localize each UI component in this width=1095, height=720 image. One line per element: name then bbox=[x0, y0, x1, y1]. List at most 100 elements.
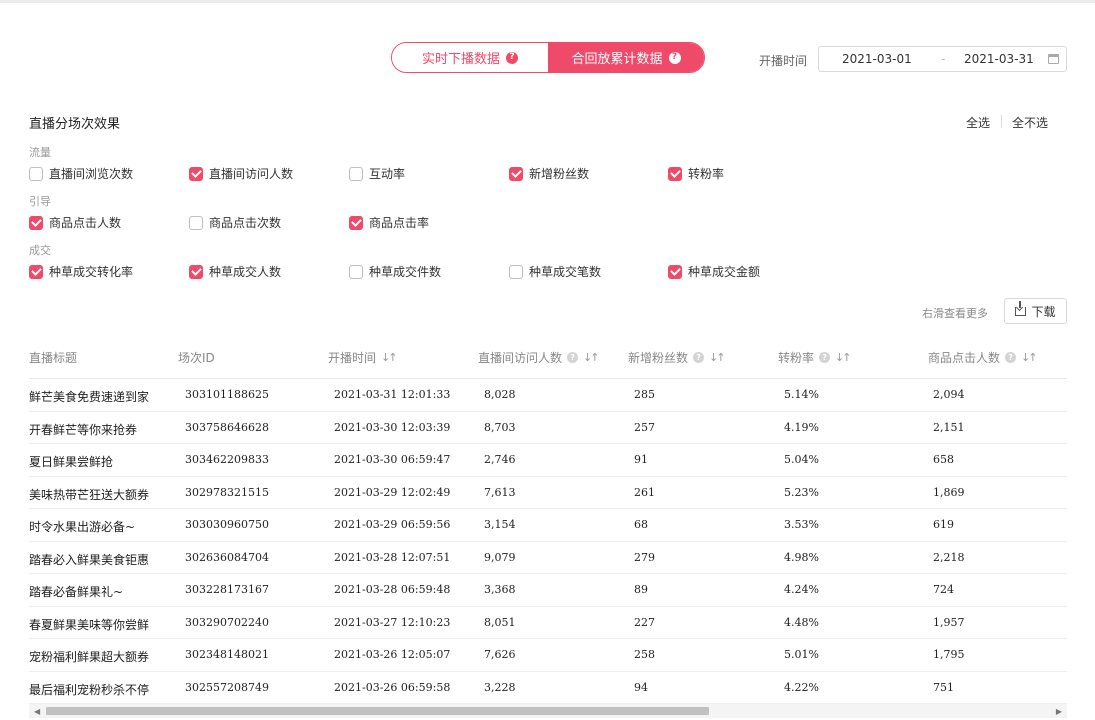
checkbox-checked-icon[interactable] bbox=[509, 166, 523, 181]
cell-visitors: 8,051 bbox=[484, 615, 516, 629]
table-row[interactable]: 开春鲜芒等你来抢券 303758646628 2021-03-30 12:03:39… bbox=[29, 412, 1067, 444]
cell-title[interactable]: 鲜芒美食免费速递到家 bbox=[29, 388, 149, 405]
cell-session-id: 303290702240 bbox=[185, 615, 269, 629]
cell-product-click-users: 1,869 bbox=[933, 485, 965, 499]
checkbox-checked-icon[interactable] bbox=[29, 264, 43, 279]
table-row[interactable]: 最后福利宠粉秒杀不停 302557208749 2021-03-26 06:59:5… bbox=[29, 672, 1067, 704]
table-row[interactable]: 春夏鲜果美味等你尝鲜 303290702240 2021-03-27 12:10:2… bbox=[29, 607, 1067, 639]
checkbox-unchecked-icon[interactable] bbox=[349, 166, 363, 181]
cell-title[interactable]: 夏日鲜果尝鲜抢 bbox=[29, 453, 113, 470]
metric-checkbox-guide-2[interactable]: 商品点击率 bbox=[349, 214, 429, 231]
checkbox-unchecked-icon[interactable] bbox=[509, 264, 523, 279]
metric-checkbox-deal-0[interactable]: 种草成交转化率 bbox=[29, 263, 133, 280]
metric-checkbox-deal-3[interactable]: 种草成交笔数 bbox=[509, 263, 601, 280]
table-row[interactable]: 踏春必入鲜果美食钜惠 302636084704 2021-03-28 12:07:5… bbox=[29, 542, 1067, 574]
date-start[interactable]: 2021-03-01 bbox=[842, 52, 912, 66]
checkbox-checked-icon[interactable] bbox=[668, 166, 682, 181]
cell-new-fans: 257 bbox=[634, 420, 655, 434]
info-icon[interactable]: ? bbox=[693, 352, 705, 363]
table-row[interactable]: 美味热带芒狂送大额券 302978321515 2021-03-29 12:02:4… bbox=[29, 477, 1067, 509]
tab-realtime-data[interactable]: 实时下播数据 ? bbox=[392, 43, 548, 72]
checkbox-checked-icon[interactable] bbox=[29, 215, 43, 230]
checkbox-unchecked-icon[interactable] bbox=[349, 264, 363, 279]
sort-icon[interactable]: ↓↑ bbox=[709, 351, 726, 364]
table-row[interactable]: 鲜芒美食免费速递到家 303101188625 2021-03-31 12:01:3… bbox=[29, 379, 1067, 412]
tab-cumulative-data[interactable]: 合回放累计数据 ? bbox=[548, 43, 704, 72]
scroll-left-icon[interactable]: ◀ bbox=[34, 707, 40, 716]
table-row[interactable]: 踏春必备鲜果礼~ 303228173167 2021-03-28 06:59:48 3… bbox=[29, 574, 1067, 607]
checkbox-label: 转粉率 bbox=[688, 167, 725, 181]
checkbox-unchecked-icon[interactable] bbox=[189, 215, 203, 230]
cell-title[interactable]: 春夏鲜果美味等你尝鲜 bbox=[29, 616, 149, 633]
date-range-picker[interactable]: 2021-03-01 - 2021-03-31 bbox=[818, 46, 1067, 72]
help-icon[interactable]: ? bbox=[506, 51, 518, 64]
cell-session-id: 303228173167 bbox=[185, 583, 269, 596]
checkbox-label: 种草成交人数 bbox=[209, 265, 282, 279]
table-row[interactable]: 夏日鲜果尝鲜抢 303462209833 2021-03-30 06:59:47 2,… bbox=[29, 444, 1067, 477]
help-icon[interactable]: ? bbox=[668, 51, 681, 64]
metric-checkbox-traffic-2[interactable]: 互动率 bbox=[349, 165, 405, 182]
cell-title[interactable]: 踏春必备鲜果礼~ bbox=[29, 583, 123, 600]
checkbox-checked-icon[interactable] bbox=[349, 215, 363, 230]
scroll-thumb[interactable] bbox=[46, 707, 709, 715]
metric-checkbox-traffic-1[interactable]: 直播间访问人数 bbox=[189, 165, 293, 182]
column-header-new-fans[interactable]: 新增粉丝数 ? ↓↑ bbox=[628, 349, 726, 366]
cell-fan-rate: 4.98% bbox=[784, 550, 819, 564]
cell-title[interactable]: 踏春必入鲜果美食钜惠 bbox=[29, 551, 149, 568]
table-row[interactable]: 宠粉福利鲜果超大额券 302348148021 2021-03-26 12:05:0… bbox=[29, 639, 1067, 672]
checkbox-checked-icon[interactable] bbox=[668, 264, 682, 279]
cell-title[interactable]: 开春鲜芒等你来抢券 bbox=[29, 421, 137, 438]
top-divider bbox=[0, 0, 1095, 3]
column-header-label: 新增粉丝数 bbox=[628, 351, 689, 365]
select-all-button[interactable]: 全选 bbox=[966, 114, 990, 131]
info-icon[interactable]: ? bbox=[819, 352, 831, 363]
info-icon[interactable]: ? bbox=[1005, 352, 1017, 363]
metric-checkbox-traffic-0[interactable]: 直播间浏览次数 bbox=[29, 165, 133, 182]
column-header-start-time[interactable]: 开播时间 ↓↑ bbox=[328, 349, 398, 366]
cell-product-click-users: 658 bbox=[933, 453, 954, 466]
checkbox-checked-icon[interactable] bbox=[189, 264, 203, 279]
checkbox-label: 种草成交件数 bbox=[369, 265, 442, 279]
select-none-button[interactable]: 全不选 bbox=[1012, 114, 1048, 131]
cell-session-id: 303758646628 bbox=[185, 420, 269, 434]
cell-title[interactable]: 美味热带芒狂送大额券 bbox=[29, 486, 149, 503]
cell-start-time: 2021-03-28 06:59:48 bbox=[334, 583, 451, 596]
metric-checkbox-deal-1[interactable]: 种草成交人数 bbox=[189, 263, 281, 280]
cell-start-time: 2021-03-31 12:01:33 bbox=[334, 388, 451, 401]
checkbox-checked-icon[interactable] bbox=[189, 166, 203, 181]
sort-icon[interactable]: ↓↑ bbox=[1021, 351, 1038, 364]
cell-fan-rate: 3.53% bbox=[784, 518, 819, 531]
metric-checkbox-traffic-3[interactable]: 新增粉丝数 bbox=[509, 165, 589, 182]
download-button[interactable]: 下载 bbox=[1004, 298, 1067, 324]
cell-product-click-users: 619 bbox=[933, 518, 954, 531]
date-end[interactable]: 2021-03-31 bbox=[964, 52, 1034, 66]
sort-icon[interactable]: ↓↑ bbox=[835, 351, 852, 364]
cell-title[interactable]: 宠粉福利鲜果超大额券 bbox=[29, 648, 149, 665]
column-header-label: 转粉率 bbox=[778, 351, 815, 365]
cell-fan-rate: 4.24% bbox=[784, 583, 819, 596]
horizontal-scrollbar[interactable]: ◀ ▶ bbox=[29, 704, 1067, 718]
cell-title[interactable]: 时令水果出游必备~ bbox=[29, 518, 135, 535]
calendar-icon[interactable] bbox=[1048, 54, 1059, 64]
info-icon[interactable]: ? bbox=[567, 352, 579, 363]
table-row[interactable]: 时令水果出游必备~ 303030960750 2021-03-29 06:59:56… bbox=[29, 509, 1067, 542]
cell-product-click-users: 751 bbox=[933, 680, 954, 694]
cell-title[interactable]: 最后福利宠粉秒杀不停 bbox=[29, 681, 149, 698]
metric-checkbox-guide-1[interactable]: 商品点击次数 bbox=[189, 214, 281, 231]
checkbox-label: 直播间访问人数 bbox=[209, 167, 294, 181]
column-header-product-click-users[interactable]: 商品点击人数 ? ↓↑ bbox=[928, 349, 1038, 366]
metric-checkbox-deal-4[interactable]: 种草成交金额 bbox=[668, 263, 760, 280]
column-header-fan-rate[interactable]: 转粉率 ? ↓↑ bbox=[778, 349, 852, 366]
sort-icon[interactable]: ↓↑ bbox=[583, 351, 600, 364]
cell-start-time: 2021-03-29 12:02:49 bbox=[334, 485, 451, 499]
scroll-right-icon[interactable]: ▶ bbox=[1056, 707, 1062, 716]
group-label-traffic: 流量 bbox=[29, 146, 51, 159]
checkbox-unchecked-icon[interactable] bbox=[29, 166, 43, 181]
metric-checkbox-deal-2[interactable]: 种草成交件数 bbox=[349, 263, 441, 280]
column-header-label: 商品点击人数 bbox=[928, 351, 1001, 365]
metric-checkbox-guide-0[interactable]: 商品点击人数 bbox=[29, 214, 121, 231]
cell-visitors: 3,368 bbox=[484, 583, 516, 596]
metric-checkbox-traffic-4[interactable]: 转粉率 bbox=[668, 165, 724, 182]
column-header-visitors[interactable]: 直播间访问人数 ? ↓↑ bbox=[478, 349, 600, 366]
sort-icon[interactable]: ↓↑ bbox=[381, 351, 398, 364]
